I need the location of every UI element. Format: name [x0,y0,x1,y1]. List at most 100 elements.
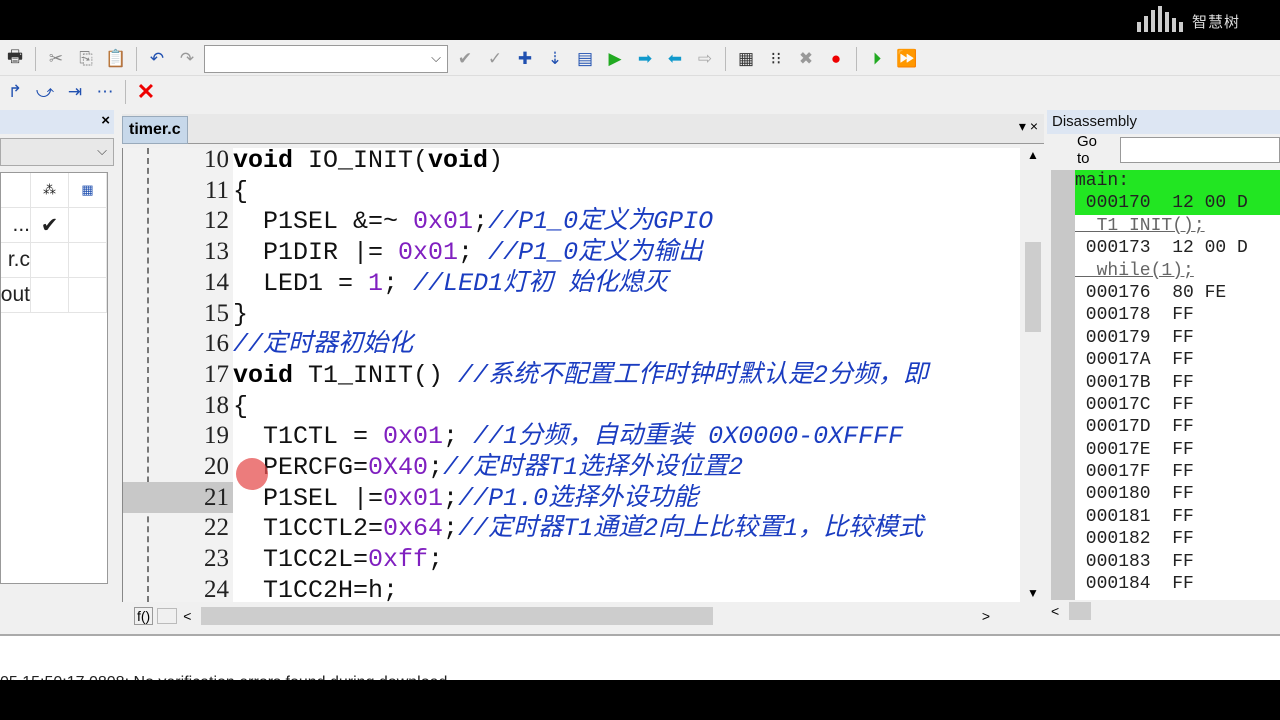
line-number: 17 [204,360,229,388]
code-token: 0xff [368,545,429,575]
disassembly-line[interactable]: 000181 FF [1075,506,1280,528]
goto-input[interactable] [1120,137,1280,163]
disassembly-line[interactable]: 000173 12 00 D [1075,237,1280,259]
disassembly-line[interactable]: 00017A FF [1075,349,1280,371]
disassembly-line[interactable]: while(1); [1075,260,1280,282]
disassembly-line[interactable]: 000184 FF [1075,573,1280,595]
disassembly-hscrollbar[interactable]: < [1051,600,1280,622]
code-token: void [233,148,294,175]
step-icon[interactable]: ▶ [602,46,628,72]
disassembly-line[interactable]: 00017C FF [1075,394,1280,416]
list-item[interactable]: r.c [1,243,107,278]
code-token: 0X40 [368,453,429,482]
disassembly-line[interactable]: 000176 80 FE [1075,282,1280,304]
chevron-down-icon: ⌵ [431,49,441,65]
code-line[interactable]: 11{ [123,175,1020,206]
build-icon[interactable]: ▤ [572,46,598,72]
line-number: 10 [204,148,229,173]
code-line[interactable]: 19 T1CTL = 0x01; //1分频，自动重装 0X0000-0XFFF… [123,420,1020,451]
mem-icon[interactable]: ⁝⁝ [763,46,789,72]
code-line[interactable]: 22 T1CCTL2=0x64;//定时器T1通道2向上比较置1，比较模式 [123,512,1020,543]
disassembly-line[interactable]: 000183 FF [1075,551,1280,573]
watermark-logo: 智慧树 [1136,6,1240,32]
scroll-left-icon[interactable]: < [183,608,191,624]
tab-timer-c[interactable]: timer.c [122,116,188,144]
disassembly-line[interactable]: main: [1075,170,1280,193]
stop-icon[interactable]: ✕ [133,79,159,105]
run-to-icon[interactable]: ⇥ [62,79,88,105]
code-line[interactable]: 16//定时器初始化 [123,328,1020,359]
code-token: 0x01 [413,207,474,237]
bookmark-prev-icon[interactable]: ✓ [482,46,508,72]
bookmark-icon[interactable]: ✔ [452,46,478,72]
code-line[interactable]: 15} [123,298,1020,329]
print-icon[interactable]: 🖶 [2,46,28,72]
code-line[interactable]: 17 void T1_INIT() //系统不配置工作时钟时默认是2分频，即 [123,359,1020,390]
output-icon[interactable]: ▦ [69,173,107,207]
step-over-icon[interactable]: ➡ [632,46,658,72]
list-item[interactable]: out [1,278,107,313]
code-line[interactable]: 12 P1SEL &=~ 0x01;//P1_0定义为GPIO [123,205,1020,236]
code-token: //1分频，自动重装 0X0000-0XFFFF [473,422,904,452]
code-text: T1CC2L=0xff; [233,545,443,574]
redo-icon[interactable]: ↷ [174,46,200,72]
function-list-button[interactable]: f() [134,607,154,625]
disassembly-line[interactable]: 00017B FF [1075,372,1280,394]
disassembly-line[interactable]: T1_INIT(); [1075,215,1280,237]
step-over-icon[interactable]: ⤻ [32,79,58,105]
output-panel: 05 15:50:17 0808: No verification errors… [0,634,1280,691]
code-line[interactable]: 13 P1DIR |= 0x01; //P1_0定义为输出 [123,236,1020,267]
code-token: ; [458,238,489,268]
chevron-down-icon: ⌵ [97,143,107,158]
find-combo[interactable]: ⌵ [204,44,448,73]
go-next-icon[interactable]: ⏩ [894,46,920,72]
line-number: 12 [204,207,229,235]
clear-icon[interactable]: ✖ [793,46,819,72]
code-token: 0x01 [383,483,444,513]
horizontal-scrollbar[interactable]: f() < > [122,604,1020,628]
tab-controls[interactable]: ▾ × [1019,118,1038,135]
breakpoint-icon[interactable]: ● [823,46,849,72]
disassembly-line[interactable]: 00017D FF [1075,416,1280,438]
vertical-scrollbar[interactable]: ▲ ▼ [1022,148,1044,602]
toolbar-main: 🖶 ✂ ⎘ 📋 ↶ ↷ ⌵ ✔ ✓ ✚ ⇣ ▤ ▶ ➡ ⬅ ⇨ ▦ ⁝⁝ ✖ ●… [0,42,1280,76]
run-to-cursor-icon[interactable]: ⇨ [692,46,718,72]
step-all-icon[interactable]: ⋯ [92,79,118,105]
list-item[interactable]: ... ✔ [1,208,107,243]
code-token: //定时器初始化 [233,330,414,360]
paste-icon[interactable]: 📋 [103,46,129,72]
copy-icon[interactable]: ⎘ [73,46,99,72]
code-line[interactable]: 14 LED1 = 1; //LED1灯初 始化熄灭 [123,267,1020,298]
code-text: P1SEL &=~ 0x01;//P1_0定义为GPIO [233,207,713,236]
options-icon[interactable]: ⁂ [31,173,69,207]
step-into-icon[interactable]: ↱ [2,79,28,105]
code-area[interactable]: 10 void IO_INIT(void) 11{12 P1SEL &=~ 0x01… [122,148,1020,602]
go-icon[interactable]: ⏵ [864,46,890,72]
disassembly-line[interactable]: 000178 FF [1075,304,1280,326]
line-number: 16 [204,330,229,358]
code-token: 0x01 [383,422,444,452]
bookmark-add-icon[interactable]: ✚ [512,46,538,72]
divider [856,46,857,71]
code-line[interactable]: 23 T1CC2L=0xff; [123,543,1020,574]
disassembly-line[interactable]: 00017F FF [1075,461,1280,483]
bookmark-clear-icon[interactable]: ⇣ [542,46,568,72]
check-icon: ✔ [31,208,69,242]
disassembly-line[interactable]: 000180 FF [1075,483,1280,505]
code-line[interactable]: 18{ [123,390,1020,421]
disassembly-line[interactable]: 000170 12 00 D [1075,192,1280,215]
disassembly-line[interactable]: 00017E FF [1075,439,1280,461]
disassembly-list[interactable]: main: 000170 12 00 D T1_INIT(); 000173 1… [1051,170,1280,600]
goto-bar: Go to [1047,133,1280,167]
step-out-icon[interactable]: ⬅ [662,46,688,72]
disassembly-line[interactable]: 000179 FF [1075,327,1280,349]
code-line[interactable]: 24 T1CC2H=h; [123,574,1020,602]
cut-icon[interactable]: ✂ [43,46,69,72]
code-line[interactable]: 10 void IO_INIT(void) [123,148,1020,175]
undo-icon[interactable]: ↶ [144,46,170,72]
close-icon[interactable]: × [101,112,110,129]
disassembly-line[interactable]: 000182 FF [1075,528,1280,550]
configuration-select[interactable]: ⌵ [0,138,114,166]
disasm-icon[interactable]: ▦ [733,46,759,72]
scroll-right-icon[interactable]: > [982,608,990,624]
